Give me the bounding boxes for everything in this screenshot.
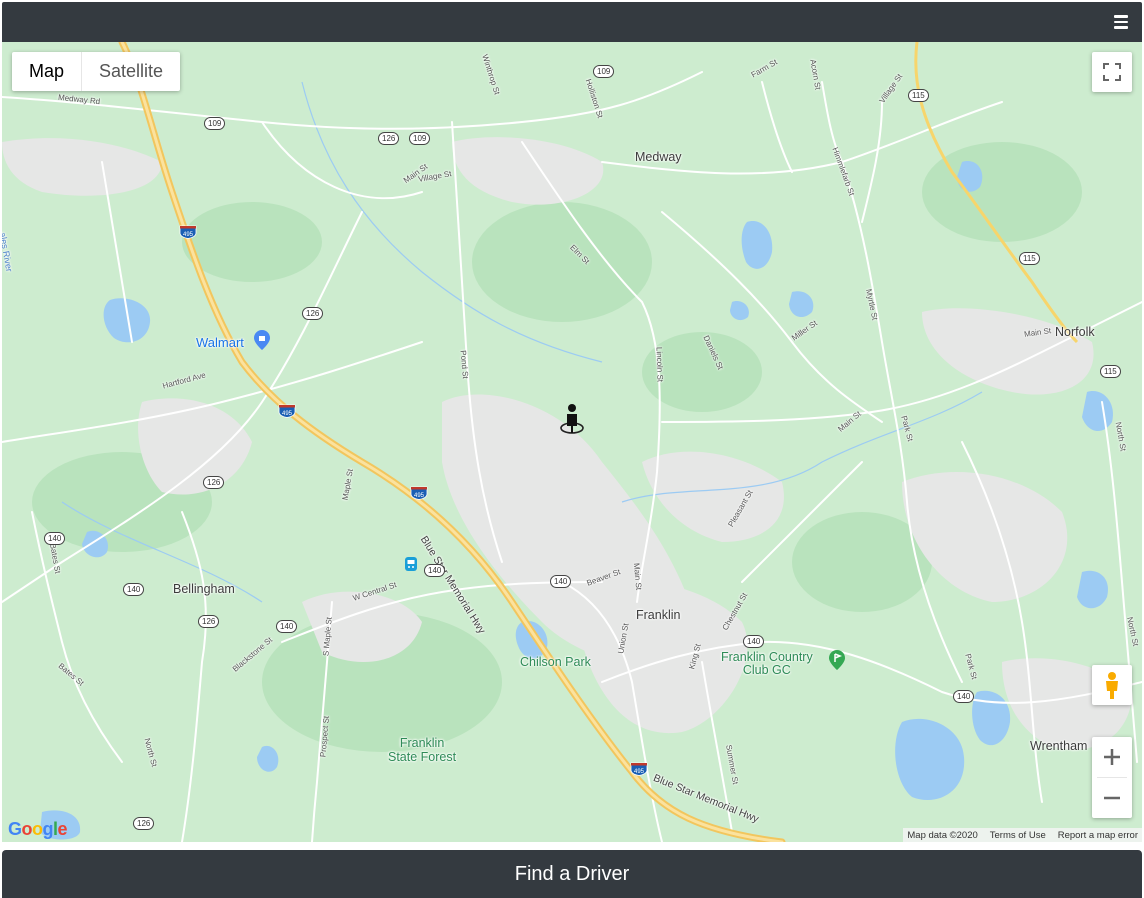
map-type-satellite-button[interactable]: Satellite <box>81 52 180 91</box>
interstate-number: 495 <box>414 493 425 499</box>
route-shield: 115 <box>1100 365 1121 378</box>
interstate-shield: 495 <box>630 762 648 776</box>
town-label-bellingham: Bellingham <box>173 582 235 596</box>
route-shield: 126 <box>203 476 225 489</box>
route-shield: 140 <box>44 532 66 545</box>
zoom-control <box>1092 737 1132 818</box>
route-shield: 126 <box>133 817 155 830</box>
route-shield: 140 <box>276 620 298 633</box>
fullscreen-button[interactable] <box>1092 52 1132 92</box>
route-shield: 140 <box>550 575 572 588</box>
town-label-medway: Medway <box>635 150 682 164</box>
map-data-text: Map data ©2020 <box>907 829 978 841</box>
route-shield: 115 <box>1019 252 1040 265</box>
google-logo[interactable]: Google <box>8 819 68 840</box>
map-type-control: Map Satellite <box>12 52 181 91</box>
poi-chilson-park[interactable]: Chilson Park <box>520 655 591 669</box>
pegman-icon <box>1106 672 1118 699</box>
route-shield: 115 <box>908 89 929 102</box>
map-type-map-button[interactable]: Map <box>12 52 81 91</box>
street-lincoln-st: Lincoln St <box>654 346 665 383</box>
person-pin-icon[interactable] <box>557 402 587 436</box>
interstate-shield: 495 <box>278 404 296 418</box>
route-shield: 126 <box>302 307 324 320</box>
route-shield: 140 <box>424 564 446 577</box>
route-shield: 109 <box>204 117 226 130</box>
poi-franklin-state-forest[interactable]: Franklin State Forest <box>388 736 456 764</box>
shopping-pin-icon[interactable] <box>254 330 270 350</box>
terms-of-use-link[interactable]: Terms of Use <box>990 830 1046 841</box>
town-label-norfolk: Norfolk <box>1055 325 1095 339</box>
route-shield: 109 <box>593 65 615 78</box>
map-attribution: Map data ©2020 Terms of Use Report a map… <box>903 828 1142 842</box>
zoom-out-button[interactable] <box>1092 778 1132 818</box>
map-base <box>2 42 1142 842</box>
top-navbar <box>2 2 1142 42</box>
route-shield: 126 <box>378 132 400 145</box>
poi-walmart[interactable]: Walmart <box>196 335 244 350</box>
interstate-number: 495 <box>282 411 293 417</box>
map-canvas[interactable]: Medway Norfolk Bellingham Franklin Wrent… <box>2 42 1142 842</box>
train-station-icon[interactable] <box>405 557 417 571</box>
town-label-franklin: Franklin <box>636 608 681 622</box>
route-shield: 140 <box>743 635 765 648</box>
poi-franklin-country-club[interactable]: Franklin Country Club GC <box>721 651 813 677</box>
street-view-pegman-button[interactable] <box>1092 665 1132 705</box>
route-shield: 140 <box>123 583 145 596</box>
route-shield: 109 <box>409 132 431 145</box>
route-shield: 126 <box>198 615 220 628</box>
fullscreen-icon <box>1103 63 1121 81</box>
zoom-in-button[interactable] <box>1092 737 1132 777</box>
hamburger-icon[interactable] <box>1114 15 1128 29</box>
interstate-shield: 495 <box>179 225 197 239</box>
interstate-number: 495 <box>183 232 194 238</box>
interstate-shield: 495 <box>410 486 428 500</box>
find-driver-button[interactable]: Find a Driver <box>2 850 1142 898</box>
golf-pin-icon[interactable] <box>829 650 845 670</box>
report-map-error-link[interactable]: Report a map error <box>1058 830 1138 841</box>
route-shield: 140 <box>953 690 975 703</box>
town-label-wrentham: Wrentham <box>1030 739 1088 753</box>
minus-icon <box>1104 796 1120 800</box>
plus-icon <box>1104 749 1120 765</box>
interstate-number: 495 <box>634 769 645 775</box>
